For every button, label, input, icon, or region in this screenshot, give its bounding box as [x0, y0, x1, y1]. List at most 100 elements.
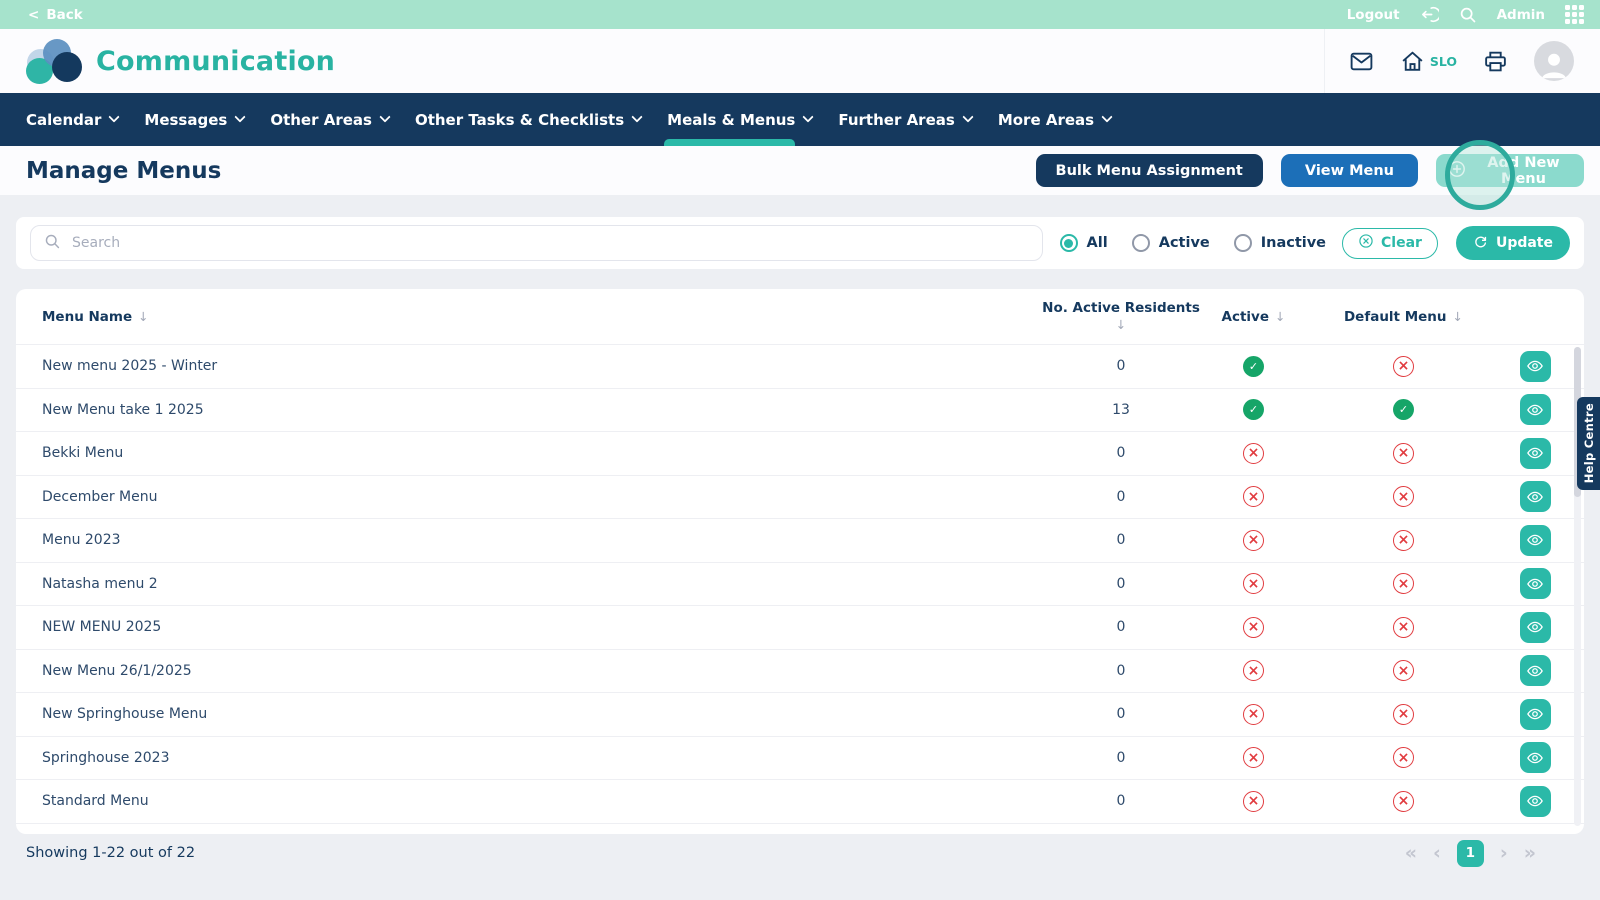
view-eye-button[interactable] — [1520, 568, 1551, 599]
radio-circle-icon[interactable] — [1234, 234, 1252, 252]
table-row: NEW MENU 20250×× — [16, 606, 1584, 650]
home-slo-button[interactable]: SLO — [1400, 49, 1457, 74]
view-eye-button[interactable] — [1520, 394, 1551, 425]
menu-name-cell: New menu 2025 - Winter — [42, 358, 1056, 374]
avatar[interactable] — [1534, 41, 1574, 81]
app-title: Communication — [96, 46, 335, 77]
table-row: Springhouse 20230×× — [16, 737, 1584, 781]
default-status-cell: × — [1321, 791, 1486, 812]
nav-item-label: Messages — [144, 111, 227, 129]
view-eye-button[interactable] — [1520, 525, 1551, 556]
nav-item-further-areas[interactable]: Further Areas — [825, 93, 984, 146]
nav-item-messages[interactable]: Messages — [131, 93, 257, 146]
logout-icon[interactable] — [1420, 5, 1439, 24]
refresh-icon — [1473, 234, 1488, 253]
menu-name-cell: New Menu take 1 2025 — [42, 402, 1056, 418]
sort-arrow-icon: ↓ — [138, 309, 148, 324]
view-eye-button[interactable] — [1520, 786, 1551, 817]
column-default-menu[interactable]: Default Menu↓ — [1321, 309, 1486, 325]
nav-item-label: Further Areas — [838, 111, 954, 129]
radio-circle-icon[interactable] — [1060, 234, 1078, 252]
nav-menu: Calendar Messages Other AreasOther Tasks &… — [0, 93, 1600, 146]
first-page-icon[interactable]: « — [1405, 844, 1417, 863]
x-circle-icon: × — [1393, 617, 1414, 638]
view-eye-button[interactable] — [1520, 699, 1551, 730]
clear-circle-x-icon — [1358, 233, 1374, 253]
menu-name-cell: Springhouse 2023 — [42, 750, 1056, 766]
radio-option-all[interactable]: All — [1060, 234, 1108, 252]
view-eye-button[interactable] — [1520, 742, 1551, 773]
prev-page-icon[interactable]: ‹ — [1433, 844, 1441, 863]
update-button[interactable]: Update — [1456, 226, 1570, 260]
table-row: Standard Menu0×× — [16, 780, 1584, 824]
clear-label: Clear — [1381, 235, 1422, 251]
x-circle-icon: × — [1393, 356, 1414, 377]
residents-count-cell: 13 — [1056, 402, 1186, 418]
bulk-menu-assignment-button[interactable]: Bulk Menu Assignment — [1036, 154, 1263, 187]
next-page-icon[interactable]: › — [1500, 844, 1508, 863]
back-button[interactable]: < Back — [28, 7, 83, 23]
radio-option-active[interactable]: Active — [1132, 234, 1210, 252]
add-new-menu-label: Add New Menu — [1475, 155, 1572, 187]
search-input[interactable] — [72, 235, 1029, 251]
active-status-cell: × — [1186, 617, 1321, 638]
x-circle-icon: × — [1243, 530, 1264, 551]
nav-item-other-areas[interactable]: Other Areas — [257, 93, 402, 146]
nav-item-label: More Areas — [998, 111, 1094, 129]
column-menu-name[interactable]: Menu Name↓ — [42, 309, 1056, 325]
x-circle-icon: × — [1243, 747, 1264, 768]
app-logo-icon — [26, 38, 82, 84]
view-eye-button[interactable] — [1520, 612, 1551, 643]
view-eye-button[interactable] — [1520, 481, 1551, 512]
menus-table: Menu Name↓ No. Active Residents↓ Active↓… — [16, 289, 1584, 834]
pagination: « ‹ 1 › » — [1405, 840, 1536, 867]
table-row: Bekki Menu0×× — [16, 432, 1584, 476]
chevron-down-icon — [379, 111, 390, 122]
last-page-icon[interactable]: » — [1524, 844, 1536, 863]
add-new-menu-button[interactable]: Add New Menu — [1436, 154, 1584, 187]
x-circle-icon: × — [1243, 660, 1264, 681]
apps-grid-icon[interactable] — [1565, 5, 1584, 24]
top-utility-bar: < Back Logout Admin — [0, 0, 1600, 29]
view-menu-button[interactable]: View Menu — [1281, 154, 1418, 187]
logout-button[interactable]: Logout — [1347, 7, 1400, 23]
search-icon — [44, 233, 61, 254]
view-eye-button[interactable] — [1520, 655, 1551, 686]
residents-count-cell: 0 — [1056, 619, 1186, 635]
admin-menu[interactable]: Admin — [1497, 7, 1545, 23]
showing-count: Showing 1-22 out of 22 — [26, 845, 195, 861]
search-box[interactable] — [30, 225, 1043, 261]
page-number[interactable]: 1 — [1457, 840, 1484, 867]
slo-label: SLO — [1430, 54, 1457, 69]
view-eye-button[interactable] — [1520, 351, 1551, 382]
active-status-cell: × — [1186, 530, 1321, 551]
active-status-cell: × — [1186, 573, 1321, 594]
brand[interactable]: Communication — [26, 38, 335, 84]
app-header: Communication SLO — [0, 29, 1600, 93]
table-header-row: Menu Name↓ No. Active Residents↓ Active↓… — [16, 289, 1584, 345]
radio-circle-icon[interactable] — [1132, 234, 1150, 252]
help-centre-tab[interactable]: Help Centre — [1577, 397, 1600, 490]
nav-item-meals-menus[interactable]: Meals & Menus — [654, 93, 825, 146]
residents-count-cell: 0 — [1056, 489, 1186, 505]
search-icon[interactable] — [1459, 6, 1477, 24]
column-residents[interactable]: No. Active Residents↓ — [1056, 299, 1186, 334]
active-status-cell: × — [1186, 791, 1321, 812]
nav-item-other-tasks-checklists[interactable]: Other Tasks & Checklists — [402, 93, 654, 146]
nav-item-label: Meals & Menus — [667, 111, 795, 129]
chevron-down-icon — [235, 111, 246, 122]
default-status-cell: × — [1321, 617, 1486, 638]
menu-name-cell: December Menu — [42, 489, 1056, 505]
clear-button[interactable]: Clear — [1342, 228, 1438, 259]
menu-name-cell: Natasha menu 2 — [42, 576, 1056, 592]
view-eye-button[interactable] — [1520, 438, 1551, 469]
mail-icon[interactable] — [1349, 49, 1374, 74]
menu-name-cell: Standard Menu — [42, 793, 1056, 809]
radio-option-inactive[interactable]: Inactive — [1234, 234, 1326, 252]
nav-item-calendar[interactable]: Calendar — [13, 93, 131, 146]
nav-item-more-areas[interactable]: More Areas — [985, 93, 1124, 146]
x-circle-icon: × — [1243, 573, 1264, 594]
print-icon[interactable] — [1483, 49, 1508, 74]
default-status-cell: × — [1321, 573, 1486, 594]
column-active[interactable]: Active↓ — [1186, 309, 1321, 325]
